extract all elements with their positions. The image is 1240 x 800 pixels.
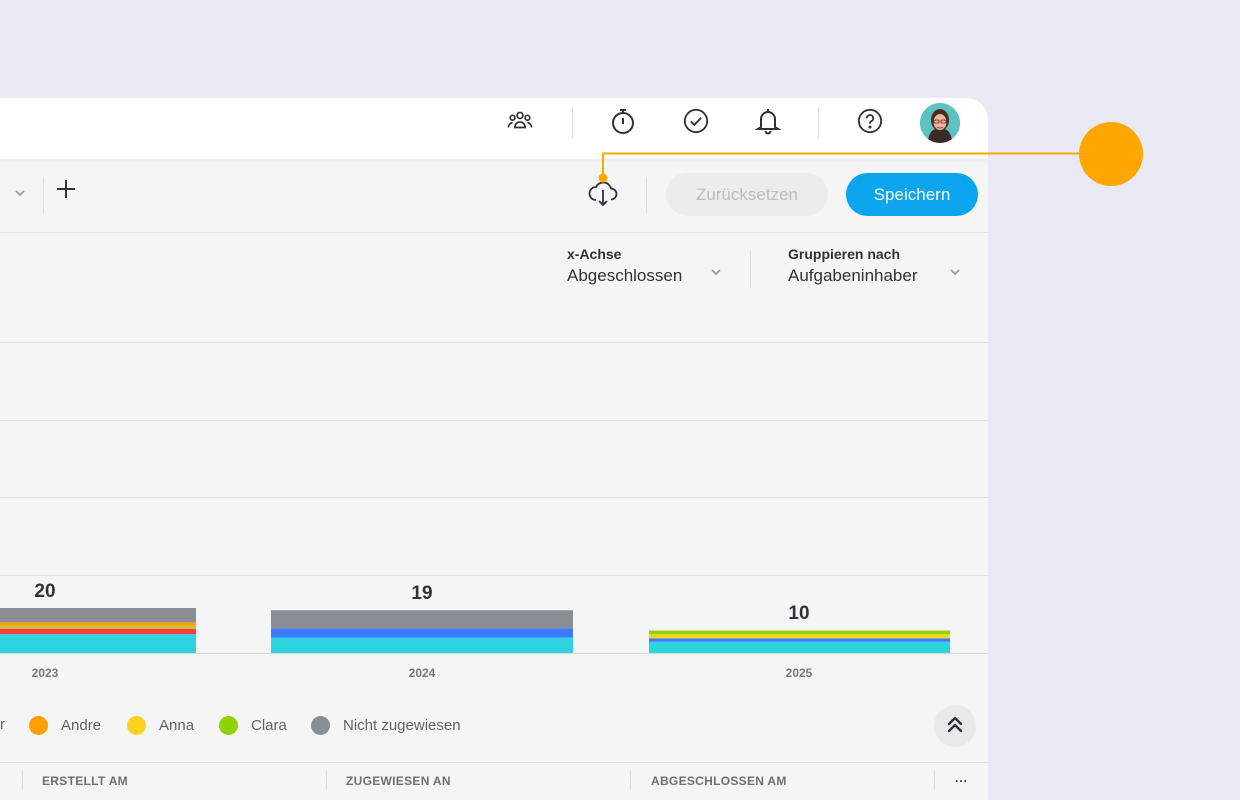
column-header-completed[interactable]: ABGESCHLOSSEN AM bbox=[651, 774, 787, 788]
bar-segment-2025[interactable] bbox=[649, 634, 950, 639]
bar-segment-2024[interactable] bbox=[271, 628, 573, 638]
bar-segment-2025[interactable] bbox=[649, 638, 950, 642]
legend-label: Clara bbox=[251, 717, 287, 734]
legend-label: Anna bbox=[159, 717, 195, 734]
x-tick-label: 2023 bbox=[31, 666, 59, 680]
app-window: Zurücksetzen Speichern x-Achse Abgeschlo… bbox=[0, 98, 988, 800]
legend-label: r bbox=[0, 716, 5, 733]
bar-total-label: 10 bbox=[788, 603, 810, 624]
bar-segment-2023[interactable] bbox=[0, 608, 196, 623]
legend-label: Nicht zugewiesen bbox=[343, 717, 461, 734]
bar-segment-2025[interactable] bbox=[649, 630, 950, 635]
bar-segment-2023[interactable] bbox=[0, 622, 196, 626]
x-tick-label: 2024 bbox=[408, 666, 436, 680]
column-header-created[interactable]: ERSTELLT AM bbox=[42, 774, 128, 788]
legend-dot bbox=[127, 716, 146, 735]
legend-item-partial[interactable]: r bbox=[0, 716, 5, 733]
legend-item-andre[interactable]: Andre bbox=[29, 716, 101, 735]
callout-connector bbox=[598, 152, 1080, 183]
column-separator bbox=[934, 770, 935, 790]
double-chevron-up-icon bbox=[945, 714, 965, 739]
x-tick-label: 2025 bbox=[785, 666, 813, 680]
column-separator bbox=[326, 770, 327, 790]
bar-total-label: 20 bbox=[34, 581, 56, 602]
bar-segment-2023[interactable] bbox=[0, 634, 196, 653]
bar-segment-2023[interactable] bbox=[0, 628, 196, 635]
bar-segment-2024[interactable] bbox=[271, 610, 573, 629]
more-columns-button[interactable]: ··· bbox=[955, 774, 968, 788]
legend-label: Andre bbox=[61, 717, 102, 734]
bar-segment-2023[interactable] bbox=[0, 625, 196, 629]
legend-item-anna[interactable]: Anna bbox=[127, 716, 194, 735]
table-divider bbox=[0, 762, 988, 763]
bar-segment-2025[interactable] bbox=[649, 641, 950, 653]
chart-bars bbox=[0, 608, 950, 653]
callout-marker bbox=[1079, 122, 1143, 186]
legend-item-unassigned[interactable]: Nicht zugewiesen bbox=[311, 716, 461, 735]
bar-total-label: 19 bbox=[411, 583, 433, 604]
column-separator bbox=[22, 770, 23, 790]
column-separator bbox=[630, 770, 631, 790]
legend-dot bbox=[29, 716, 48, 735]
column-header-assigned[interactable]: ZUGEWIESEN AN bbox=[346, 774, 451, 788]
bar-segment-2024[interactable] bbox=[271, 637, 573, 653]
legend-dot bbox=[311, 716, 330, 735]
legend-dot bbox=[219, 716, 238, 735]
collapse-chart-button[interactable] bbox=[934, 705, 976, 747]
legend-item-clara[interactable]: Clara bbox=[219, 716, 287, 735]
